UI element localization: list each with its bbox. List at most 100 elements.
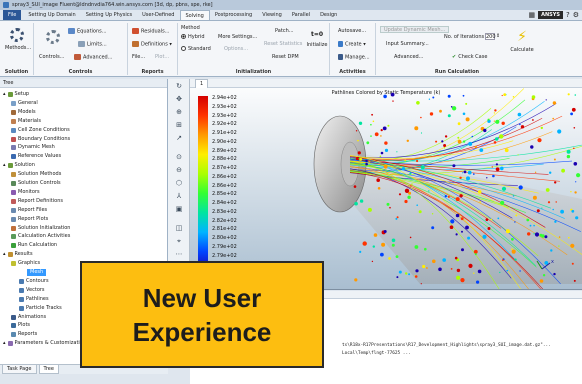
more-settings-button[interactable]: More Settings... — [218, 34, 257, 40]
particle — [411, 183, 413, 185]
tree-item-reference-values[interactable]: Reference Values — [11, 153, 61, 160]
tree-item-pathlines[interactable]: Pathlines — [19, 296, 49, 303]
rotate-icon[interactable]: ↻ — [173, 82, 185, 92]
standard-radio[interactable]: Standard — [181, 46, 211, 52]
tree-item-parameters-customization[interactable]: ▴ Parameters & Customization — [3, 340, 86, 347]
tree-item-report-definitions[interactable]: Report Definitions — [11, 198, 63, 205]
tree-item-monitors[interactable]: Monitors — [11, 189, 40, 196]
init-options-button[interactable]: Options... — [224, 46, 248, 52]
fit-icon[interactable]: ⊙ — [173, 153, 185, 163]
reset-dpm-button[interactable]: Reset DPM — [272, 54, 299, 60]
input-summary-button[interactable]: Input Summary... — [386, 41, 429, 47]
expand-arrow-icon[interactable]: ▴ — [3, 162, 6, 169]
bottom-tab-task-page[interactable]: Task Page — [2, 365, 37, 374]
manage-button[interactable]: Manage... — [338, 54, 370, 61]
particle — [571, 209, 575, 213]
expand-arrow-icon[interactable]: ▴ — [3, 91, 6, 98]
tree-item-run-calculation[interactable]: Run Calculation — [11, 242, 57, 249]
tree-item-report-plots[interactable]: Report Plots — [11, 216, 48, 223]
particle — [483, 128, 487, 133]
create-button[interactable]: Create ▾ — [338, 41, 366, 48]
tree-item-dynamic-mesh[interactable]: Dynamic Mesh — [11, 144, 55, 151]
expand-arrow-icon[interactable]: ▴ — [3, 251, 6, 258]
particle — [396, 276, 399, 279]
probe-icon[interactable]: ↗ — [173, 134, 185, 144]
isometric-icon[interactable]: ⬡ — [173, 179, 185, 189]
tree-item-report-files[interactable]: Report Files — [11, 207, 47, 214]
tree-item-solution-controls[interactable]: Solution Controls — [11, 180, 61, 187]
tree-item-reports[interactable]: Reports — [11, 331, 37, 338]
ribbon-tab-setting-up-physics[interactable]: Setting Up Physics — [81, 10, 137, 20]
particle — [544, 235, 548, 239]
tree-item-contours[interactable]: Contours — [19, 278, 49, 285]
pan-icon[interactable]: ✥ — [173, 95, 185, 105]
bottom-tab-tree[interactable]: Tree — [38, 365, 59, 374]
residuals-button[interactable]: Residuals... — [132, 28, 170, 35]
tree-item-mesh[interactable]: Mesh — [27, 269, 47, 276]
limits-button[interactable]: Limits... — [78, 41, 107, 48]
patch-button[interactable]: Patch... — [275, 28, 294, 34]
calculate-button[interactable]: ⚡ Calculate — [508, 29, 536, 53]
help-icon[interactable]: ? — [566, 11, 570, 19]
tree-item-solution-initialization[interactable]: Solution Initialization — [11, 225, 70, 232]
tree-item-setup[interactable]: ▴ Setup — [3, 91, 29, 98]
expand-arrow-icon[interactable]: ▴ — [3, 340, 6, 347]
report-file-button[interactable]: File... — [132, 54, 145, 60]
tree-item-general[interactable]: General — [11, 100, 38, 107]
tree-item-solution-methods[interactable]: Solution Methods — [11, 171, 61, 178]
tree-item-boundary-conditions[interactable]: Boundary Conditions — [11, 136, 70, 143]
ribbon-tab-user-defined[interactable]: User-Defined — [137, 10, 179, 20]
check-case-label: Check Case — [458, 54, 488, 60]
tree-item-calculation-activities[interactable]: Calculation Activities — [11, 233, 70, 240]
definitions-button[interactable]: Definitions ▾ — [132, 41, 172, 48]
pick-icon[interactable]: ⌖ — [173, 237, 185, 247]
update-dynamic-mesh-button[interactable]: Update Dynamic Mesh... — [380, 26, 450, 33]
controls-group-label: Controls — [68, 69, 93, 75]
tree-node-icon — [7, 163, 13, 169]
iterations-stepper-icon[interactable]: ⇕ — [496, 33, 500, 39]
check-case-button[interactable]: ✔ Check Case — [452, 54, 487, 60]
ribbon-tab-setting-up-domain[interactable]: Setting Up Domain — [23, 10, 80, 20]
methods-button[interactable]: Methods... — [5, 28, 31, 51]
ribbon-tab-design[interactable]: Design — [315, 10, 342, 20]
tree-item-plots[interactable]: Plots — [11, 322, 30, 329]
tree-item-materials[interactable]: Materials — [11, 118, 41, 125]
view-box-icon[interactable]: ◫ — [173, 224, 185, 234]
reset-statistics-button[interactable]: Reset Statistics — [264, 41, 302, 47]
graphics-window[interactable]: 1 Pathlines Colored by Static Temperatur… — [190, 79, 582, 290]
axes-icon[interactable]: ⅄ — [173, 192, 185, 202]
controls-button[interactable]: Controls... — [39, 54, 64, 60]
tree-item-models[interactable]: Models — [11, 109, 36, 116]
initialize-button[interactable]: t=0 Initialize — [306, 31, 328, 48]
tree-item-particle-tracks[interactable]: Particle Tracks — [19, 305, 62, 312]
snapshot-icon[interactable]: ▣ — [173, 205, 185, 215]
tree-item-cell-zone-conditions[interactable]: Cell Zone Conditions — [11, 127, 70, 134]
ribbon-tab-postprocessing[interactable]: Postprocessing — [210, 10, 257, 20]
layout-icon[interactable]: ▦ — [528, 11, 535, 19]
iterations-input[interactable]: 200 — [485, 33, 496, 40]
particle — [422, 264, 426, 269]
ribbon-tab-parallel[interactable]: Parallel — [287, 10, 315, 20]
ribbon-tab-solving[interactable]: Solving — [179, 10, 210, 20]
particle — [460, 217, 464, 221]
tree-item-vectors[interactable]: Vectors — [19, 287, 45, 294]
equations-button[interactable]: Equations... — [68, 28, 107, 35]
zoom-in-icon[interactable]: ⊕ — [173, 108, 185, 118]
zoom-out-icon[interactable]: ⊖ — [173, 166, 185, 176]
definitions-icon — [132, 41, 139, 47]
tree-item-solution[interactable]: ▴ Solution — [3, 162, 35, 169]
run-advanced-button[interactable]: Advanced... — [394, 54, 423, 60]
settings-icon[interactable]: ⚙ — [573, 11, 579, 19]
ribbon-tab-file[interactable]: File — [3, 10, 22, 20]
zoom-box-icon[interactable]: ⊞ — [173, 121, 185, 131]
advanced-controls-button[interactable]: Advanced... — [74, 54, 112, 61]
ribbon-tab-viewing[interactable]: Viewing — [257, 10, 287, 20]
tree-node-icon — [11, 127, 16, 133]
report-plot-button[interactable]: Plot... — [155, 54, 169, 60]
tree-item-animations[interactable]: Animations — [11, 314, 46, 321]
tree-item-results[interactable]: ▴ Results — [3, 251, 33, 258]
hybrid-radio[interactable]: Hybrid — [181, 34, 205, 40]
view-options-icon[interactable]: ⋯ — [173, 250, 185, 260]
autosave-button[interactable]: Autosave... — [338, 28, 366, 34]
tree-item-graphics[interactable]: Graphics — [11, 260, 40, 267]
